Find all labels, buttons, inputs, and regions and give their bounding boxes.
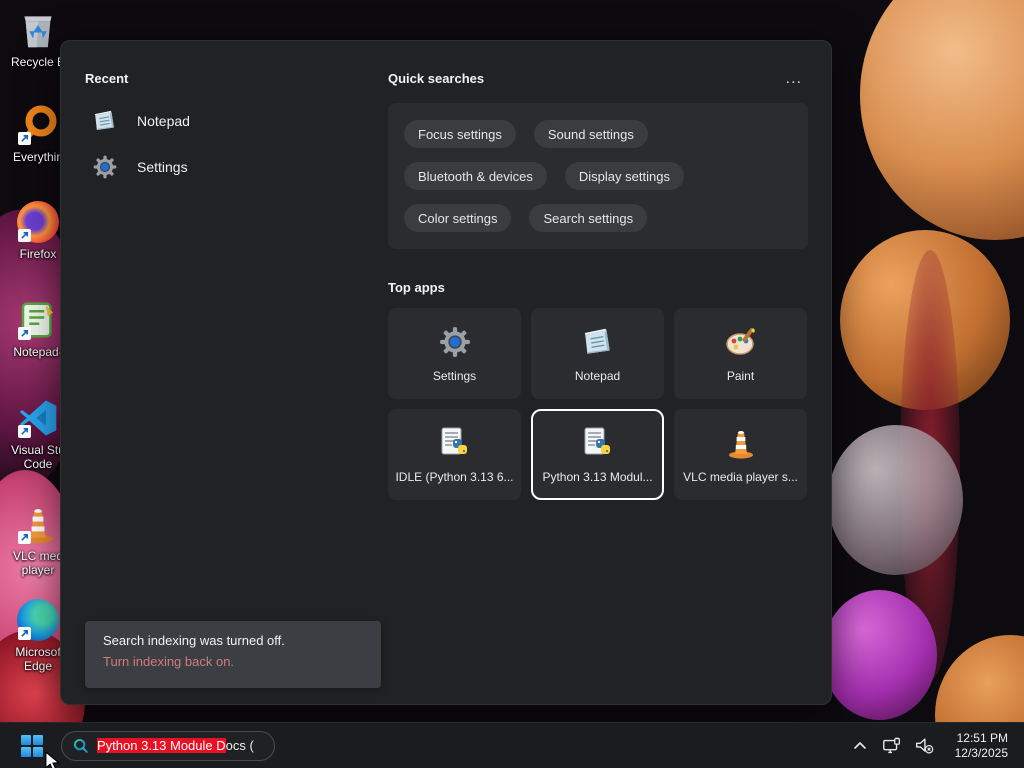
recent-item-notepad[interactable]: Notepad bbox=[85, 98, 375, 144]
desktop-icon-label: Everythin bbox=[12, 150, 64, 164]
shortcut-arrow-icon bbox=[18, 627, 31, 640]
desktop-icon-label: VLC med bbox=[12, 549, 64, 563]
desktop-icon-label: Code bbox=[23, 457, 53, 471]
desktop-icon-label: Firefox bbox=[19, 247, 57, 261]
start-button[interactable] bbox=[13, 727, 51, 765]
top-app-settings[interactable]: Settings bbox=[388, 308, 521, 399]
top-app-label: VLC media player s... bbox=[683, 470, 798, 484]
quick-searches-card: Focus settings Sound settings Bluetooth … bbox=[388, 103, 808, 249]
system-tray: 12:51 PM 12/3/2025 bbox=[847, 729, 1024, 763]
shortcut-arrow-icon bbox=[18, 327, 31, 340]
top-apps-title: Top apps bbox=[388, 280, 445, 295]
wallpaper-blob bbox=[860, 0, 1024, 240]
quick-search-focus-settings[interactable]: Focus settings bbox=[404, 120, 516, 148]
top-app-python-module-docs[interactable]: Python 3.13 Modul... bbox=[531, 409, 664, 500]
shortcut-arrow-icon bbox=[18, 132, 31, 145]
network-ethernet-icon[interactable] bbox=[879, 731, 905, 761]
notepad-icon bbox=[91, 107, 119, 135]
top-app-label: Paint bbox=[726, 369, 755, 383]
recent-list: Notepad Settings bbox=[85, 98, 375, 190]
top-app-label: IDLE (Python 3.13 6... bbox=[395, 470, 514, 484]
desktop-icon-label: Microsof bbox=[15, 645, 61, 659]
top-app-label: Notepad bbox=[574, 369, 621, 383]
turn-indexing-on-link[interactable]: Turn indexing back on. bbox=[103, 654, 363, 669]
vscode-icon bbox=[16, 396, 60, 440]
pill-row: Focus settings Sound settings bbox=[404, 120, 792, 148]
search-flyout-panel: Recent Notepad Settings Quick searches .… bbox=[60, 40, 832, 705]
quick-searches-title: Quick searches bbox=[388, 71, 485, 86]
indexing-notice-message: Search indexing was turned off. bbox=[103, 633, 285, 648]
python-document-icon bbox=[580, 425, 616, 461]
more-options-icon[interactable]: ... bbox=[780, 70, 808, 86]
search-input-text[interactable]: Python 3.13 Module Docs ( bbox=[97, 738, 254, 753]
pill-row: Color settings Search settings bbox=[404, 204, 792, 232]
wallpaper-blob bbox=[828, 425, 963, 575]
windows-logo-icon bbox=[21, 734, 43, 757]
recent-item-settings[interactable]: Settings bbox=[85, 144, 375, 190]
taskbar: Python 3.13 Module Docs ( 12:51 PM 12/3/… bbox=[0, 722, 1024, 768]
top-app-idle-python[interactable]: IDLE (Python 3.13 6... bbox=[388, 409, 521, 500]
recent-section: Recent Notepad Settings bbox=[85, 71, 375, 190]
shortcut-arrow-icon bbox=[18, 531, 31, 544]
everything-search-icon bbox=[16, 103, 60, 147]
vlc-cone-icon bbox=[16, 502, 60, 546]
wallpaper-blob bbox=[822, 590, 937, 720]
top-apps-grid: Settings Notepad Paint IDLE (Python 3.13… bbox=[388, 308, 808, 500]
shortcut-arrow-icon bbox=[18, 229, 31, 242]
quick-search-color-settings[interactable]: Color settings bbox=[404, 204, 512, 232]
selected-text: Python 3.13 Module D bbox=[97, 738, 226, 753]
recent-item-label: Notepad bbox=[137, 113, 190, 129]
clock-time: 12:51 PM bbox=[956, 730, 1008, 745]
quick-search-display-settings[interactable]: Display settings bbox=[564, 162, 684, 190]
top-app-vlc-skinned[interactable]: VLC media player s... bbox=[674, 409, 807, 500]
unselected-text: ocs ( bbox=[225, 738, 254, 753]
notepad-plus-plus-icon bbox=[16, 298, 60, 342]
right-column: Quick searches ... Focus settings Sound … bbox=[388, 70, 808, 500]
paint-palette-icon bbox=[723, 324, 759, 360]
quick-search-bluetooth-devices[interactable]: Bluetooth & devices bbox=[404, 162, 547, 190]
taskbar-search-box[interactable]: Python 3.13 Module Docs ( bbox=[61, 730, 275, 761]
python-document-icon bbox=[437, 425, 473, 461]
firefox-icon bbox=[16, 200, 60, 244]
quick-searches-header: Quick searches ... bbox=[388, 70, 808, 86]
settings-gear-icon bbox=[437, 324, 473, 360]
indexing-notice: Search indexing was turned off. Turn ind… bbox=[85, 621, 381, 688]
top-app-paint[interactable]: Paint bbox=[674, 308, 807, 399]
clock-date: 12/3/2025 bbox=[954, 745, 1008, 760]
recent-title: Recent bbox=[85, 71, 129, 86]
pill-row: Bluetooth & devices Display settings bbox=[404, 162, 792, 190]
show-hidden-icons-chevron-icon[interactable] bbox=[847, 731, 873, 761]
desktop-icon-label: Visual Stu bbox=[11, 443, 65, 457]
recent-item-label: Settings bbox=[137, 159, 188, 175]
quick-search-sound-settings[interactable]: Sound settings bbox=[533, 120, 648, 148]
desktop-icon-label: Notepad- bbox=[13, 345, 63, 359]
search-magnifier-icon bbox=[72, 737, 89, 754]
vlc-cone-icon bbox=[723, 425, 759, 461]
top-app-label: Python 3.13 Modul... bbox=[542, 470, 653, 484]
desktop-icon-label: player bbox=[21, 563, 55, 577]
edge-icon bbox=[16, 598, 60, 642]
taskbar-clock[interactable]: 12:51 PM 12/3/2025 bbox=[951, 729, 1012, 763]
desktop-icon-label: Edge bbox=[23, 659, 53, 673]
volume-muted-icon[interactable] bbox=[911, 731, 937, 761]
quick-search-search-settings[interactable]: Search settings bbox=[529, 204, 648, 232]
top-app-notepad[interactable]: Notepad bbox=[531, 308, 664, 399]
recycle-bin-icon bbox=[16, 8, 60, 52]
settings-gear-icon bbox=[91, 153, 119, 181]
desktop-icon-label: Recycle B bbox=[10, 55, 66, 69]
top-app-label: Settings bbox=[432, 369, 477, 383]
shortcut-arrow-icon bbox=[18, 425, 31, 438]
notepad-icon bbox=[580, 324, 616, 360]
